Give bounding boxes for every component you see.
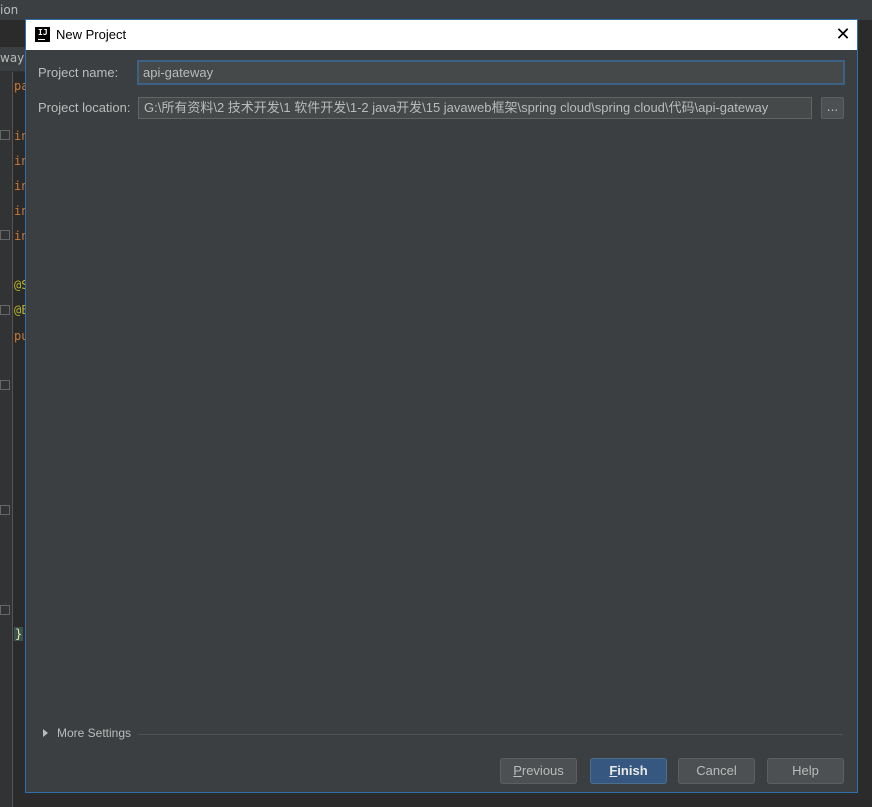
separator	[138, 734, 843, 735]
fold-marker-icon[interactable]	[0, 605, 10, 615]
expand-triangle-icon	[43, 729, 48, 737]
dialog-titlebar[interactable]: IJ New Project ✕	[26, 20, 857, 50]
button-label: inish	[617, 763, 648, 778]
code-line: }	[14, 627, 24, 641]
new-project-dialog: IJ New Project ✕ Project name: api-gatew…	[25, 19, 858, 793]
fold-marker-icon[interactable]	[0, 305, 10, 315]
project-location-label: Project location:	[38, 100, 131, 115]
cancel-button[interactable]: Cancel	[678, 758, 755, 784]
fold-marker-icon[interactable]	[0, 380, 10, 390]
browse-button[interactable]: ...	[821, 97, 844, 119]
close-icon[interactable]: ✕	[834, 26, 852, 44]
project-name-label: Project name:	[38, 65, 119, 80]
project-name-input[interactable]: api-gateway	[137, 60, 845, 85]
ide-menubar: ion	[0, 0, 872, 20]
mnemonic-letter: P	[513, 763, 522, 778]
previous-button[interactable]: Previous	[500, 758, 577, 784]
ide-gutter	[0, 72, 13, 807]
ide-tab-label: way	[0, 51, 25, 65]
help-button[interactable]: Help	[767, 758, 844, 784]
dialog-title: New Project	[56, 27, 127, 42]
project-location-input[interactable]: G:\所有资料\2 技术开发\1 软件开发\1-2 java开发\15 java…	[138, 97, 812, 119]
ide-scrollbar[interactable]	[860, 20, 872, 807]
logo-text: IJ	[38, 28, 48, 37]
intellij-logo-icon: IJ	[35, 27, 50, 42]
finish-button[interactable]: Finish	[590, 758, 667, 784]
fold-marker-icon[interactable]	[0, 230, 10, 240]
button-label: revious	[521, 763, 564, 778]
fold-marker-icon[interactable]	[0, 130, 10, 140]
fold-marker-icon[interactable]	[0, 505, 10, 515]
more-settings-label: More Settings	[57, 726, 132, 740]
more-settings-toggle[interactable]: More Settings	[43, 726, 131, 740]
ide-menu-item[interactable]: ion	[0, 3, 18, 17]
